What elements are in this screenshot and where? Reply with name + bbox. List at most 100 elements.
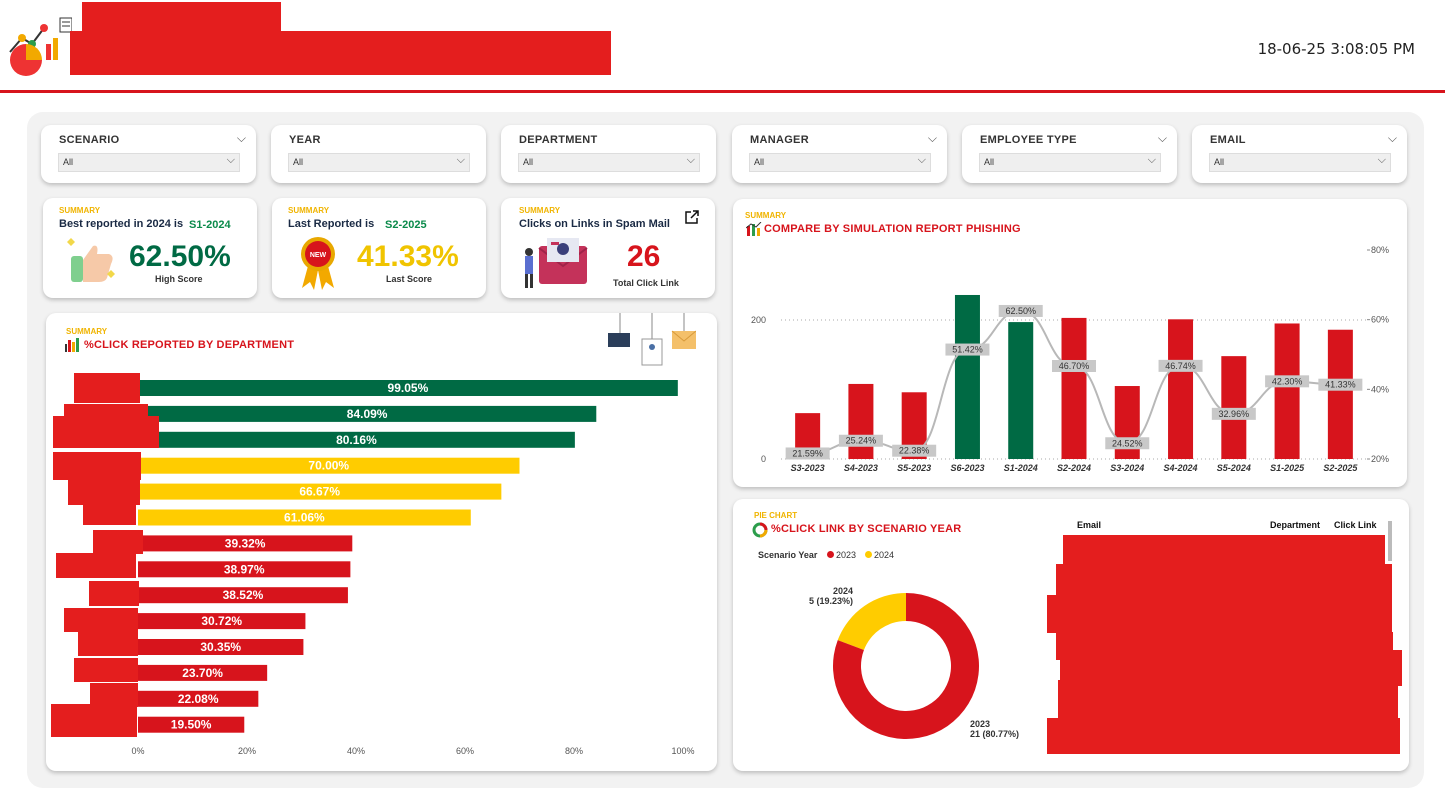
pie-label-value: 21 (80.77%)	[970, 729, 1020, 739]
x-category-label: S1-2025	[1270, 463, 1305, 473]
redacted-table-rows	[1063, 535, 1385, 565]
filter-value: All	[754, 157, 765, 167]
redacted-dept-name	[53, 416, 159, 448]
bar-data-label: 19.50%	[171, 718, 212, 732]
bar-data-label: 30.35%	[200, 640, 241, 654]
header-divider	[0, 90, 1445, 93]
legend-label: 2023	[836, 550, 857, 560]
table-header-department[interactable]: Department	[1270, 520, 1320, 530]
table-header-email[interactable]: Email	[1077, 520, 1101, 530]
line-data-label: 41.33%	[1325, 380, 1356, 390]
bar	[1221, 356, 1247, 459]
filter-title: SCENARIO	[59, 134, 120, 146]
line-data-label: 42.30%	[1272, 376, 1303, 386]
x-tick-label: 20%	[238, 746, 256, 756]
bar	[1061, 317, 1087, 459]
x-category-label: S2-2025	[1323, 463, 1358, 473]
x-tick-label: 80%	[565, 746, 583, 756]
chevron-down-icon[interactable]: ⌵	[1378, 154, 1386, 167]
line-data-label: 22.38%	[899, 446, 930, 456]
legend-item-2023[interactable]: 2023	[827, 550, 856, 560]
legend-item-2024[interactable]: 2024	[865, 550, 894, 560]
chevron-down-icon[interactable]: ⌵	[1148, 154, 1156, 167]
filter-department[interactable]: DEPARTMENT All ⌵	[501, 125, 716, 183]
bar-data-label: 80.16%	[336, 433, 377, 447]
x-tick-label: 100%	[671, 746, 694, 756]
filter-scenario[interactable]: SCENARIO ⌵ All ⌵	[41, 125, 256, 183]
pie-label-year: 2024	[832, 586, 853, 596]
chevron-down-icon[interactable]: ⌵	[928, 131, 937, 146]
line-data-label: 24.52%	[1112, 438, 1143, 448]
filter-dropdown[interactable]: All ⌵	[979, 153, 1161, 172]
dept-chart-card: SUMMARY %CLICK REPORTED BY DEPARTMENT 99…	[46, 313, 717, 771]
filter-value: All	[984, 157, 995, 167]
y-tick-right: 20%	[1371, 454, 1389, 464]
summary-tag: SUMMARY	[519, 206, 561, 215]
report-datetime: 18-06-25 3:08:05 PM	[1257, 40, 1415, 58]
redacted-table-rows	[1047, 718, 1400, 754]
kpi-subtitle: Total Click Link	[613, 278, 679, 288]
x-category-label: S6-2023	[950, 463, 984, 473]
filter-dropdown[interactable]: All ⌵	[58, 153, 240, 172]
chevron-down-icon[interactable]: ⌵	[1158, 131, 1167, 146]
chevron-down-icon[interactable]: ⌵	[237, 131, 246, 146]
chevron-down-icon[interactable]: ⌵	[457, 154, 465, 167]
spam-mail-icon	[521, 234, 591, 295]
filter-dropdown[interactable]: All ⌵	[288, 153, 470, 172]
redacted-dept-name	[89, 581, 139, 606]
legend-dot	[865, 551, 872, 558]
filter-title: EMPLOYEE TYPE	[980, 134, 1077, 146]
filter-dropdown[interactable]: All ⌵	[1209, 153, 1391, 172]
redacted-dept-name	[83, 501, 136, 525]
table-scrollbar[interactable]	[1388, 521, 1392, 561]
redacted-title	[70, 31, 611, 75]
pie-label-value: 5 (19.23%)	[808, 596, 853, 606]
filter-dropdown[interactable]: All ⌵	[749, 153, 931, 172]
new-badge-text: NEW	[310, 252, 327, 259]
bar-data-label: 38.52%	[223, 588, 264, 602]
y-tick-right: 80%	[1371, 245, 1389, 255]
legend-title: Scenario Year	[758, 550, 818, 560]
pie-label-2023: 2023 21 (80.77%)	[970, 719, 1019, 739]
filter-employee-type[interactable]: EMPLOYEE TYPE ⌵ All ⌵	[962, 125, 1177, 183]
line-data-label: 32.96%	[1219, 409, 1250, 419]
summary-tag: SUMMARY	[59, 206, 101, 215]
bar	[954, 294, 980, 459]
kpi-label: Clicks on Links in Spam Mail	[519, 218, 670, 230]
redacted-table-rows	[1058, 680, 1398, 720]
kpi-value: 41.33%	[357, 240, 459, 273]
y-tick-left: 200	[751, 315, 766, 325]
bar-data-label: 22.08%	[178, 692, 219, 706]
kpi-value: 26	[627, 240, 661, 273]
filter-title: MANAGER	[750, 134, 809, 146]
redacted-dept-name	[51, 704, 137, 737]
y-tick-right: 40%	[1371, 384, 1389, 394]
legend-dot	[827, 551, 834, 558]
chevron-down-icon[interactable]: ⌵	[687, 154, 695, 167]
pie-chart-tag: PIE CHART	[754, 511, 798, 520]
filter-value: All	[1214, 157, 1225, 167]
legend-label: 2024	[874, 550, 895, 560]
donut-icon	[752, 522, 768, 543]
chevron-down-icon[interactable]: ⌵	[918, 154, 926, 167]
line-data-label: 62.50%	[1005, 306, 1036, 316]
pie-label-year: 2023	[970, 719, 991, 729]
filter-title: EMAIL	[1210, 134, 1246, 146]
line-data-label: 51.42%	[952, 345, 983, 355]
chevron-down-icon[interactable]: ⌵	[1388, 131, 1397, 146]
kpi-clicks-spam: SUMMARY Clicks on Links in Spam Mail 26 …	[501, 198, 715, 298]
y-tick-right: 60%	[1371, 315, 1389, 325]
filter-dropdown[interactable]: All ⌵	[518, 153, 700, 172]
filter-year[interactable]: YEAR All ⌵	[271, 125, 486, 183]
table-header-click-link[interactable]: Click Link	[1334, 520, 1377, 530]
filter-email[interactable]: EMAIL ⌵ All ⌵	[1192, 125, 1407, 183]
x-category-label: S3-2024	[1110, 463, 1144, 473]
y-tick-left: 0	[761, 454, 766, 464]
bar-data-label: 70.00%	[308, 459, 349, 473]
external-link-icon[interactable]	[684, 209, 700, 230]
chart-title: %CLICK LINK BY SCENARIO YEAR	[771, 523, 962, 535]
line-data-label: 21.59%	[792, 448, 823, 458]
filter-manager[interactable]: MANAGER ⌵ All ⌵	[732, 125, 947, 183]
bar-data-label: 84.09%	[347, 407, 388, 421]
chevron-down-icon[interactable]: ⌵	[227, 154, 235, 167]
